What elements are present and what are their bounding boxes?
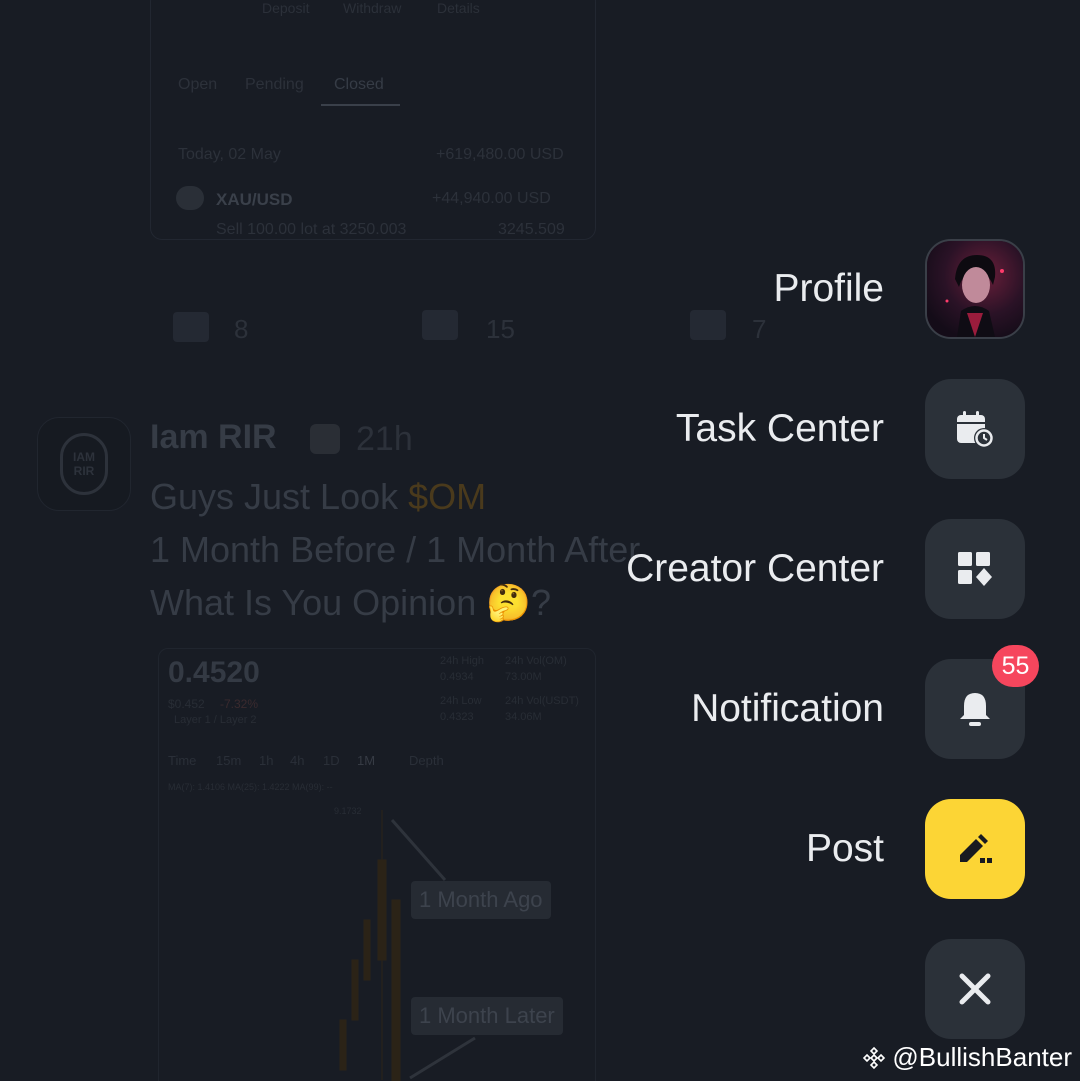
tab-open: Open — [178, 76, 218, 93]
post-button[interactable] — [925, 799, 1025, 899]
details-button: Details — [437, 0, 480, 16]
menu-label-task-center[interactable]: Task Center — [676, 407, 884, 451]
close-icon — [959, 973, 991, 1005]
close-button[interactable] — [925, 939, 1025, 1039]
menu-item-post[interactable]: Post — [0, 799, 1080, 899]
menu-label-post[interactable]: Post — [806, 827, 884, 871]
position-detail: Sell 100.00 lot at 3250.003 — [216, 221, 406, 239]
post-line-1-text: Guys Just Look — [150, 476, 409, 517]
tab-closed: Closed — [334, 76, 384, 93]
profile-avatar-button[interactable] — [925, 239, 1025, 339]
watermark-handle: @BullishBanter — [892, 1042, 1072, 1072]
menu-label-creator-center[interactable]: Creator Center — [626, 547, 884, 591]
menu-item-creator-center[interactable]: Creator Center — [0, 519, 1080, 619]
position-at: at — [321, 221, 336, 238]
post-line-1: Guys Just Look $OM — [150, 476, 486, 518]
ticker-link: $OM — [408, 476, 487, 517]
tab-pending: Pending — [245, 76, 304, 93]
deposit-button: Deposit — [262, 0, 310, 16]
watermark: @BullishBanter — [862, 1042, 1072, 1073]
pen-edit-icon — [960, 834, 992, 863]
closed-date: Today, 02 May — [178, 146, 281, 163]
position-close-price: 3245.509 — [498, 221, 565, 238]
calendar-clock-icon — [957, 411, 994, 448]
menu-item-profile[interactable]: Profile — [0, 239, 1080, 339]
closed-total: +619,480.00 USD — [436, 146, 564, 163]
position-lot: Sell 100.00 lot — [216, 221, 318, 238]
profile-avatar — [927, 241, 1023, 337]
menu-label-notification[interactable]: Notification — [691, 687, 884, 731]
withdraw-button: Withdraw — [343, 0, 402, 16]
position-symbol: XAU/USD — [216, 190, 293, 209]
position-entry-price: 3250.003 — [339, 221, 407, 238]
position-pnl: +44,940.00 USD — [432, 190, 551, 207]
creator-center-button[interactable] — [925, 519, 1025, 619]
menu-label-profile[interactable]: Profile — [773, 267, 884, 311]
grid-diamond-icon — [958, 552, 992, 586]
binance-logo-icon — [863, 1046, 886, 1069]
callout-arrow — [409, 1036, 476, 1080]
currency-pair-icon — [176, 186, 204, 210]
tab-underline — [321, 104, 400, 106]
ma-indicators: MA(7): 1.4106 MA(25): 1.4222 MA(99): -- — [168, 782, 333, 792]
bell-icon — [960, 693, 990, 726]
task-center-button[interactable] — [925, 379, 1025, 479]
menu-item-task-center[interactable]: Task Center — [0, 379, 1080, 479]
notification-count-badge: 55 — [992, 645, 1039, 687]
menu-item-close[interactable] — [0, 939, 1080, 1039]
menu-item-notification[interactable]: Notification — [0, 659, 1080, 759]
